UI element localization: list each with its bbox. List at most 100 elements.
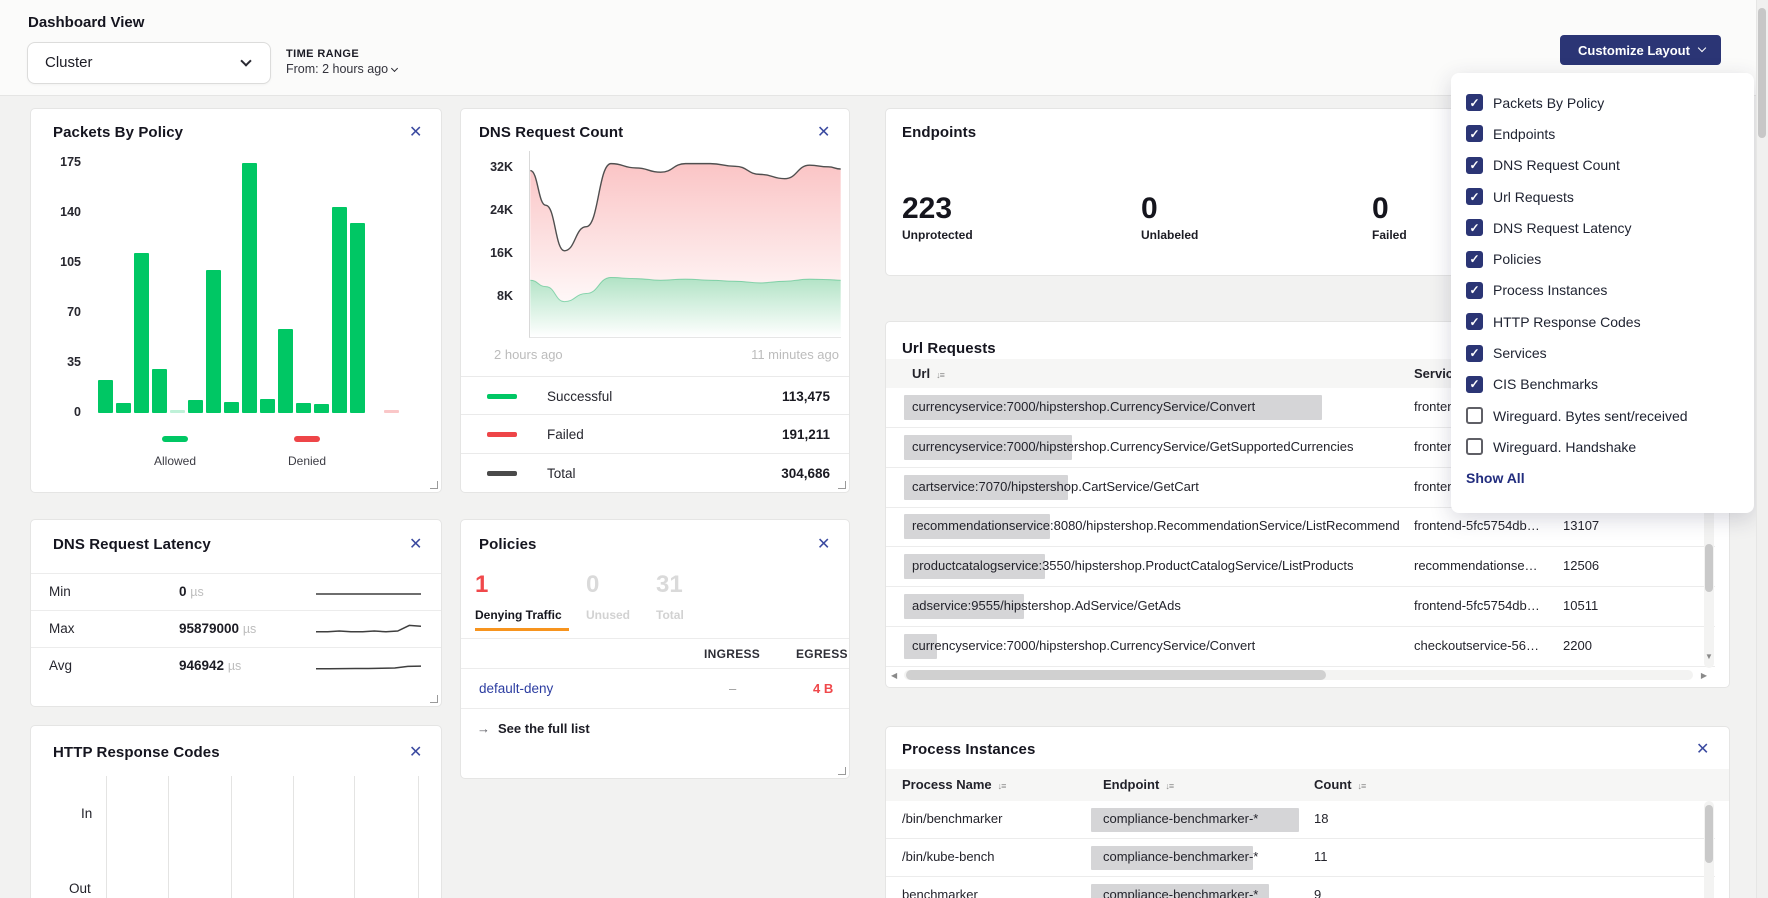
close-icon[interactable] xyxy=(817,125,830,141)
sort-icon xyxy=(936,370,944,380)
chevron-down-icon xyxy=(391,65,398,72)
table-header: Process Name Endpoint Count xyxy=(886,769,1729,801)
tab-unused[interactable]: 0 Unused xyxy=(586,572,630,622)
page-scrollbar-thumb[interactable] xyxy=(1758,8,1766,138)
menu-item-endpoints[interactable]: Endpoints xyxy=(1451,118,1754,149)
allowed-swatch-icon xyxy=(162,436,188,442)
menu-item-policies[interactable]: Policies xyxy=(1451,243,1754,274)
vertical-scrollbar-thumb[interactable] xyxy=(1705,805,1713,863)
close-icon[interactable] xyxy=(409,745,422,761)
menu-item-dns-request-latency[interactable]: DNS Request Latency xyxy=(1451,212,1754,243)
checkbox-icon[interactable] xyxy=(1466,438,1483,455)
card-title: DNS Request Latency xyxy=(53,536,211,553)
column-header-endpoint[interactable]: Endpoint xyxy=(1103,777,1173,792)
column-header-process-name[interactable]: Process Name xyxy=(902,777,1005,792)
horizontal-scrollbar-thumb[interactable] xyxy=(906,670,1326,680)
scroll-left-arrow-icon[interactable]: ◀ xyxy=(891,671,897,680)
arrow-right-icon: → xyxy=(477,721,490,736)
menu-item-cis-benchmarks[interactable]: CIS Benchmarks xyxy=(1451,369,1754,400)
divider xyxy=(461,638,849,639)
card-title: Packets By Policy xyxy=(53,124,183,141)
column-header-ingress: INGRESS xyxy=(704,647,760,661)
legend-row-total: Total 304,686 xyxy=(461,453,849,492)
table-row: currencyservice:7000/hipstershop.Currenc… xyxy=(886,627,1715,667)
policy-link[interactable]: default-deny xyxy=(479,681,553,696)
column-header-egress: EGRESS xyxy=(796,647,848,661)
failed-swatch-icon xyxy=(487,432,517,437)
menu-item-process-instances[interactable]: Process Instances xyxy=(1451,275,1754,306)
card-title: Url Requests xyxy=(902,340,996,357)
policies-card: Policies 1 Denying Traffic 0 Unused 31 T… xyxy=(460,519,850,779)
menu-item-dns-request-count[interactable]: DNS Request Count xyxy=(1451,150,1754,181)
table-row: recommendationservice:8080/hipstershop.R… xyxy=(886,507,1715,547)
vertical-scrollbar-thumb[interactable] xyxy=(1705,544,1713,592)
http-response-codes-card: HTTP Response Codes In Out xyxy=(30,725,442,898)
checkbox-icon[interactable] xyxy=(1466,188,1483,205)
total-swatch-icon xyxy=(487,471,517,476)
chevron-down-icon xyxy=(1698,44,1706,52)
row-label-in: In xyxy=(81,806,92,821)
latency-row-min: Min 0 µs xyxy=(31,573,441,610)
checkbox-icon[interactable] xyxy=(1466,219,1483,236)
see-full-list-link[interactable]: →See the full list xyxy=(477,721,590,736)
checkbox-icon[interactable] xyxy=(1466,376,1483,393)
column-header-url[interactable]: Url xyxy=(912,366,944,381)
legend-row-successful: Successful 113,475 xyxy=(461,376,849,415)
table-row: benchmarker compliance-benchmarker-* 9 xyxy=(886,877,1715,898)
menu-item-wireguard-handshake[interactable]: Wireguard. Handshake xyxy=(1451,431,1754,462)
checkbox-icon[interactable] xyxy=(1466,251,1483,268)
latency-row-avg: Avg 946942 µs xyxy=(31,647,441,684)
menu-item-url-requests[interactable]: Url Requests xyxy=(1451,181,1754,212)
view-selector-value: Cluster xyxy=(45,54,93,71)
time-range-label: TIME RANGE xyxy=(286,48,397,60)
row-label-out: Out xyxy=(69,881,91,896)
gridline xyxy=(354,776,355,898)
table-row: adservice:9555/hipstershop.AdService/Get… xyxy=(886,587,1715,627)
card-title: DNS Request Count xyxy=(479,124,623,141)
view-selector[interactable]: Cluster xyxy=(27,42,271,84)
gridline xyxy=(106,776,107,898)
scroll-down-arrow-icon[interactable]: ▼ xyxy=(1705,652,1713,661)
divider xyxy=(461,708,849,709)
gridline xyxy=(231,776,232,898)
show-all-link[interactable]: Show All xyxy=(1451,470,1754,486)
tab-total[interactable]: 31 Total xyxy=(656,572,684,622)
customize-layout-menu: Packets By Policy Endpoints DNS Request … xyxy=(1451,73,1754,513)
customize-layout-button[interactable]: Customize Layout xyxy=(1560,35,1721,65)
card-title: HTTP Response Codes xyxy=(53,744,220,761)
close-icon[interactable] xyxy=(817,537,830,553)
menu-item-services[interactable]: Services xyxy=(1451,337,1754,368)
stat-unprotected: 223 Unprotected xyxy=(902,193,973,242)
scroll-right-arrow-icon[interactable]: ▶ xyxy=(1701,671,1707,680)
sort-icon xyxy=(1358,781,1366,791)
checkbox-icon[interactable] xyxy=(1466,345,1483,362)
legend-denied: Denied xyxy=(247,429,367,468)
menu-item-http-response-codes[interactable]: HTTP Response Codes xyxy=(1451,306,1754,337)
sort-icon xyxy=(998,781,1006,791)
card-title: Policies xyxy=(479,536,537,553)
egress-value: 4 B xyxy=(813,681,833,696)
checkbox-icon[interactable] xyxy=(1466,313,1483,330)
table-row: /bin/kube-bench compliance-benchmarker-*… xyxy=(886,839,1715,877)
close-icon[interactable] xyxy=(1696,742,1709,758)
checkbox-icon[interactable] xyxy=(1466,157,1483,174)
tab-denying-traffic[interactable]: 1 Denying Traffic xyxy=(475,572,562,622)
gridline xyxy=(293,776,294,898)
checkbox-icon[interactable] xyxy=(1466,407,1483,424)
sparkline-chart xyxy=(316,580,421,604)
page-title: Dashboard View xyxy=(28,14,144,31)
checkbox-icon[interactable] xyxy=(1466,94,1483,111)
legend-allowed: Allowed xyxy=(115,429,235,468)
active-tab-underline xyxy=(475,628,569,631)
x-axis-end-label: 11 minutes ago xyxy=(751,347,839,362)
menu-item-wireguard-bytes[interactable]: Wireguard. Bytes sent/received xyxy=(1451,400,1754,431)
close-icon[interactable] xyxy=(409,125,422,141)
checkbox-icon[interactable] xyxy=(1466,282,1483,299)
time-range-value[interactable]: From: 2 hours ago xyxy=(286,62,397,76)
successful-swatch-icon xyxy=(487,394,517,399)
menu-item-packets-by-policy[interactable]: Packets By Policy xyxy=(1451,87,1754,118)
close-icon[interactable] xyxy=(409,537,422,553)
x-axis-start-label: 2 hours ago xyxy=(494,347,563,362)
checkbox-icon[interactable] xyxy=(1466,125,1483,142)
column-header-count[interactable]: Count xyxy=(1314,777,1365,792)
